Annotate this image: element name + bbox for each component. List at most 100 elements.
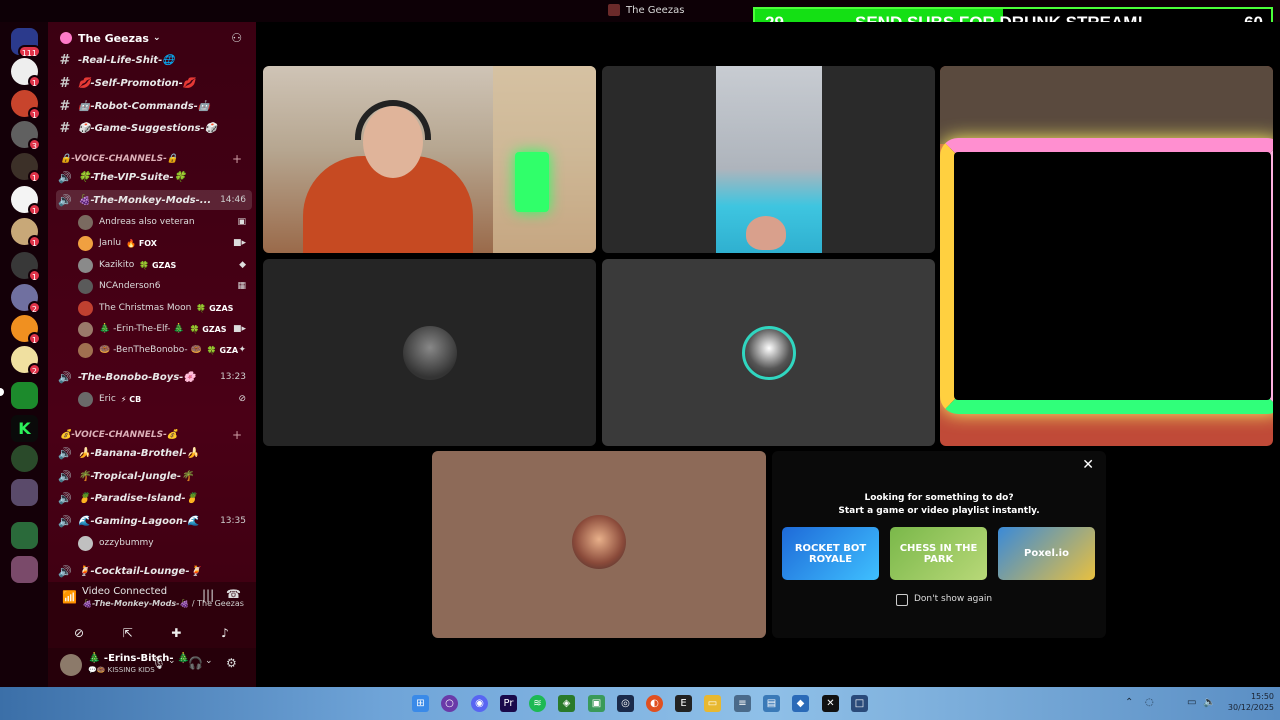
- avatar[interactable]: [60, 654, 82, 676]
- portrait-video: [716, 66, 822, 253]
- channel-banana-brothel[interactable]: 🔊 🍌-Banana-Brothel-🍌: [56, 443, 252, 463]
- server-icon-12[interactable]: [11, 445, 38, 472]
- chevron-down-icon[interactable]: ⌄: [205, 656, 213, 666]
- channel-bonobo-boys[interactable]: 🔊 -The-Bonobo-Boys-🌸 13:23: [56, 367, 252, 387]
- activities-button[interactable]: ✚: [153, 622, 199, 644]
- voice-user[interactable]: The Christmas Moon 🍀 GZAS: [78, 298, 250, 318]
- spotify-icon[interactable]: ≋: [529, 695, 546, 712]
- voice-user[interactable]: NCAnderson6 ▦: [78, 276, 250, 296]
- discord-icon[interactable]: ◉: [471, 695, 488, 712]
- start-icon[interactable]: ⊞: [412, 695, 429, 712]
- voice-user[interactable]: 🎄 -Erin-The-Elf- 🎄 🍀 GZAS ■▸: [78, 319, 250, 339]
- voice-user[interactable]: Kazikito 🍀 GZAS ◆: [78, 255, 250, 275]
- volume-tray-icon[interactable]: 🔈: [1203, 697, 1215, 708]
- server-badge: 1: [27, 75, 41, 88]
- display-tray-icon[interactable]: ▭: [1187, 697, 1196, 708]
- activity-icon: ◆: [239, 260, 246, 270]
- direct-messages-button[interactable]: 111: [11, 28, 41, 58]
- category-label: 💰-VOICE-CHANNELS-💰: [60, 430, 179, 440]
- headphones-icon[interactable]: 🎧: [188, 656, 203, 670]
- channel-tropical-jungle[interactable]: 🔊 🌴-Tropical-Jungle-🌴: [56, 466, 252, 486]
- video-tile-1[interactable]: [263, 66, 596, 253]
- avatar: [78, 321, 93, 337]
- game-card-rocket-bot-royale[interactable]: ROCKET BOT ROYALE: [782, 527, 879, 580]
- channel-monkey-mods[interactable]: 🔊 🍇-The-Monkey-Mods-... 14:46: [56, 190, 252, 210]
- noise-suppression-icon[interactable]: |||: [202, 588, 214, 602]
- chevron-down-icon[interactable]: ⌄: [168, 656, 176, 666]
- video-tile-4[interactable]: [263, 259, 596, 446]
- voice-user[interactable]: 🍩 -BenTheBonobo- 🍩 🍀 GZA ✦: [78, 340, 250, 360]
- store-icon[interactable]: ▤: [763, 695, 780, 712]
- x-icon[interactable]: ✕: [822, 695, 839, 712]
- game-title: CHESS IN THE PARK: [899, 542, 978, 565]
- soundboard-button[interactable]: ♪: [202, 622, 248, 644]
- server-icon-8[interactable]: 2: [11, 284, 41, 314]
- voice-actions: ⊘ ⇱ ✚ ♪: [56, 622, 248, 644]
- server-icon-9[interactable]: 1: [11, 315, 41, 345]
- xbox-icon[interactable]: ▣: [588, 695, 605, 712]
- voice-user[interactable]: ozzybummy: [78, 533, 250, 553]
- channel-self-promotion[interactable]: # 💋-Self-Promotion-💋: [56, 73, 252, 93]
- kick-server-icon[interactable]: K: [11, 415, 38, 442]
- disconnect-icon[interactable]: ☎: [226, 587, 241, 601]
- network-tray-icon[interactable]: ◌: [1145, 697, 1154, 708]
- channel-paradise-island[interactable]: 🔊 🍍-Paradise-Island-🍍: [56, 488, 252, 508]
- server-icon-14[interactable]: [11, 522, 38, 549]
- dont-show-again-checkbox[interactable]: [896, 594, 908, 606]
- video-tile-2[interactable]: [602, 66, 935, 253]
- premiere-icon[interactable]: Pr: [500, 695, 517, 712]
- server-icon-4[interactable]: 1: [11, 153, 41, 183]
- add-channel-icon[interactable]: +: [232, 152, 242, 166]
- channel-real-life-shit[interactable]: # -Real-Life-Shit-🌐: [56, 50, 252, 70]
- microphone-icon[interactable]: 🎙: [151, 656, 166, 670]
- close-icon[interactable]: ✕: [1082, 457, 1094, 473]
- voice-user[interactable]: Janlu 🔥 FOX ■▸: [78, 233, 250, 253]
- game-card-poxel-io[interactable]: Poxel.io: [998, 527, 1095, 580]
- steam-icon[interactable]: ◎: [617, 695, 634, 712]
- server-icon-the-geezas[interactable]: [11, 382, 38, 409]
- tray-expand-icon[interactable]: ⌃: [1125, 697, 1133, 708]
- server-icon-5[interactable]: 1: [11, 186, 41, 216]
- video-tile-5[interactable]: [602, 259, 935, 446]
- channel-robot-commands[interactable]: # 🤖-Robot-Commands-🤖: [56, 96, 252, 116]
- server-icon-10[interactable]: 2: [11, 346, 41, 376]
- cortana-icon[interactable]: ○: [441, 695, 458, 712]
- channel-game-suggestions[interactable]: # 🎲-Game-Suggestions-🎲: [56, 118, 252, 138]
- app-icon[interactable]: ◆: [792, 695, 809, 712]
- nvidia-icon[interactable]: ◈: [558, 695, 575, 712]
- category-voice-channels[interactable]: 🔒-VOICE-CHANNELS-🔒 +: [60, 151, 250, 167]
- browser-icon[interactable]: ◐: [646, 695, 663, 712]
- signal-icon[interactable]: 📶: [62, 590, 77, 604]
- invite-icon[interactable]: ⚇: [231, 31, 242, 45]
- system-clock[interactable]: 15:50 30/12/2025: [1226, 691, 1274, 713]
- settings-gear-icon[interactable]: ⚙: [226, 656, 237, 670]
- folder-icon[interactable]: ▭: [704, 695, 721, 712]
- channel-cocktail-lounge[interactable]: 🔊 🍹-Cocktail-Lounge-🍹: [56, 561, 252, 581]
- server-icon-2[interactable]: 1: [11, 90, 41, 120]
- server-icon-15[interactable]: [11, 556, 38, 583]
- clock-time: 15:50: [1250, 692, 1274, 701]
- video-tile-3[interactable]: [940, 66, 1273, 446]
- epic-games-icon[interactable]: E: [675, 695, 692, 712]
- category-voice-channels-2[interactable]: 💰-VOICE-CHANNELS-💰 +: [60, 427, 250, 443]
- channel-gaming-lagoon[interactable]: 🔊 🌊-Gaming-Lagoon-🌊 13:35: [56, 511, 252, 531]
- activity-icon: ✦: [238, 345, 246, 355]
- server-icon-7[interactable]: 1: [11, 252, 41, 282]
- voice-user[interactable]: Eric ⚡ CB ⊘: [78, 389, 250, 409]
- add-channel-icon[interactable]: +: [232, 428, 242, 442]
- video-tile-6[interactable]: [432, 451, 766, 638]
- window-icon[interactable]: □: [851, 695, 868, 712]
- screen-share-button[interactable]: ⇱: [105, 622, 151, 644]
- game-card-chess-in-the-park[interactable]: CHESS IN THE PARK: [890, 527, 987, 580]
- notepad-icon[interactable]: ≡: [734, 695, 751, 712]
- server-icon-3[interactable]: 3: [11, 121, 41, 151]
- server-icon-6[interactable]: 1: [11, 218, 41, 248]
- channel-vip-suite[interactable]: 🔊 🍀-The-VIP-Suite-🍀: [56, 167, 252, 187]
- server-icon-13[interactable]: [11, 479, 38, 506]
- game-title: Poxel.io: [1024, 548, 1069, 559]
- voice-user[interactable]: Andreas also veteran ▣: [78, 212, 250, 232]
- voice-status: Video Connected: [82, 586, 168, 597]
- voice-channel-path[interactable]: 🍇-The-Monkey-Mods-🍇 / The Geezas: [82, 599, 244, 608]
- camera-off-button[interactable]: ⊘: [56, 622, 102, 644]
- server-icon-1[interactable]: 1: [11, 58, 41, 88]
